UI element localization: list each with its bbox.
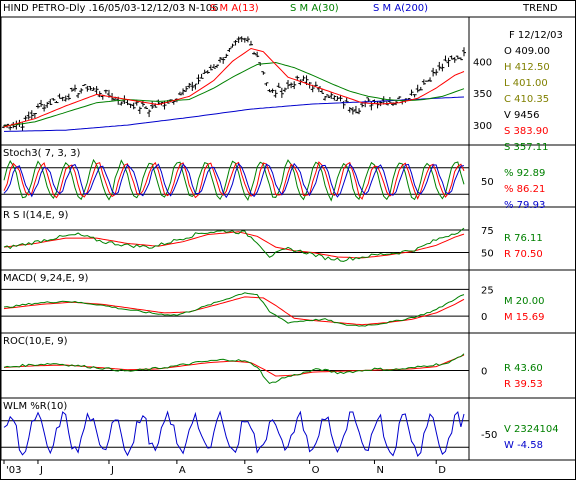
- legend-value: R 43.60: [504, 363, 543, 374]
- macd-ytick-label: 0: [481, 312, 487, 323]
- xaxis-tick-label: J: [39, 465, 43, 476]
- price-ytick-label: 400: [473, 57, 492, 68]
- price-legend-value: C 410.35: [504, 94, 549, 105]
- legend-value: % 92.89: [504, 168, 545, 179]
- price-legend-value: F 12/12/03: [509, 30, 563, 41]
- trend-label: TREND: [522, 3, 558, 14]
- price-legend-value: L 401.00: [504, 78, 548, 89]
- legend-value: R 70.50: [504, 249, 543, 260]
- xaxis-tick-label: S: [247, 465, 253, 476]
- roc-ytick-label: 0: [481, 367, 487, 378]
- xaxis-tick-label: J: [110, 465, 114, 476]
- legend-value: % 79.93: [504, 200, 545, 211]
- xaxis-tick-label: A: [179, 465, 186, 476]
- legend-value: V 2324104: [504, 424, 559, 435]
- legend-value: % 86.21: [504, 184, 545, 195]
- rsi-ytick-label: 50: [481, 249, 494, 260]
- xaxis-tick-label: O: [312, 465, 320, 476]
- technical-chart: HIND PETRO-Dly .16/05/03-12/12/03 N-106 …: [0, 0, 576, 480]
- xaxis-tick-label: '03: [6, 465, 21, 476]
- macd-ytick-label: 25: [481, 285, 494, 296]
- wlm-title: WLM %R(10): [3, 401, 67, 412]
- sma13-legend: S M A(13): [210, 3, 259, 14]
- legend-value: R 39.53: [504, 379, 543, 390]
- legend-value: W -4.58: [504, 440, 543, 451]
- macd-title: MACD( 9,24,E, 9): [3, 273, 89, 284]
- sma30-legend: S M A(30): [290, 3, 339, 14]
- chart-title: HIND PETRO-Dly .16/05/03-12/12/03 N-106: [3, 3, 219, 14]
- chart-background: [0, 0, 576, 480]
- legend-value: M 20.00: [504, 296, 544, 307]
- price-legend-value: V 9456: [504, 110, 539, 121]
- xaxis-tick-label: D: [438, 465, 446, 476]
- chart-window: HIND PETRO-Dly .16/05/03-12/12/03 N-106 …: [0, 0, 576, 480]
- price-legend-value: H 412.50: [504, 62, 550, 73]
- price-ytick-label: 300: [473, 121, 492, 132]
- stoch-title: Stoch3( 7, 3, 3): [3, 148, 80, 159]
- sma200-legend: S M A(200): [373, 3, 428, 14]
- xaxis-tick-label: N: [376, 465, 383, 476]
- legend-value: M 15.69: [504, 312, 544, 323]
- price-legend-value: S 383.90: [504, 126, 549, 137]
- price-legend-value: O 409.00: [504, 46, 550, 57]
- stoch-ytick-label: 50: [481, 177, 494, 188]
- wlm-ytick-label: -50: [481, 430, 497, 441]
- price-ytick-label: 350: [473, 89, 492, 100]
- rsi-title: R S I(14,E, 9): [3, 210, 68, 221]
- rsi-ytick-label: 75: [481, 226, 494, 237]
- legend-value: R 76.11: [504, 233, 543, 244]
- price-legend-value: S 357.11: [504, 142, 549, 153]
- roc-title: ROC(10,E, 9): [3, 336, 68, 347]
